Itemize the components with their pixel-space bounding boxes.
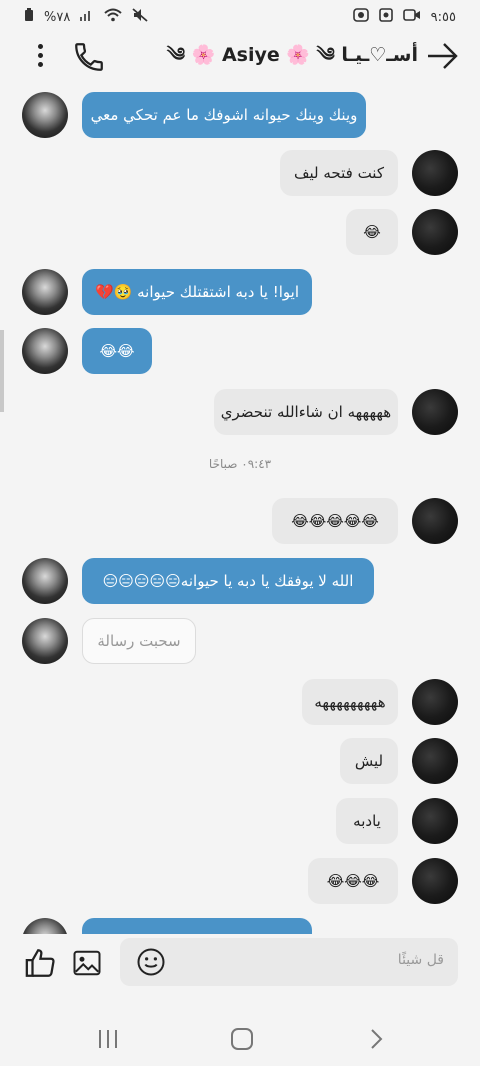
message-bubble[interactable]: هههههههههه (302, 679, 398, 725)
video-icon (402, 9, 421, 25)
my-avatar (412, 389, 458, 435)
my-avatar (412, 209, 458, 255)
screenshot-icon (378, 8, 393, 26)
emoji-icon[interactable] (136, 947, 166, 977)
phone-call-icon[interactable] (72, 40, 106, 74)
image-gallery-icon[interactable] (72, 946, 102, 980)
message-bubble[interactable]: كنت فتحه ليف (280, 150, 398, 196)
message-bubble[interactable]: 😂😂 (82, 328, 152, 374)
system-navigation-bar (0, 1010, 480, 1066)
status-right: ٩:٥٥ (352, 8, 456, 26)
message-input[interactable]: قل شيئًا (120, 938, 458, 986)
battery-percent: %٧٨ (44, 9, 71, 25)
message-bubble[interactable]: 😂😂😂😂😂 (272, 498, 398, 544)
unsent-message-notice: سحبت رسالة (82, 618, 196, 664)
message-bubble[interactable]: 😂😂😂 (308, 858, 398, 904)
contact-avatar[interactable] (22, 558, 68, 604)
my-avatar (412, 498, 458, 544)
back-nav-icon[interactable] (366, 1027, 386, 1055)
contact-avatar[interactable] (22, 269, 68, 315)
my-avatar (412, 150, 458, 196)
contact-avatar[interactable] (22, 618, 68, 664)
contact-avatar[interactable] (22, 92, 68, 138)
my-avatar (412, 679, 458, 725)
recent-apps-icon[interactable] (96, 1028, 120, 1054)
message-bubble[interactable]: ليش (340, 738, 398, 784)
status-time: ٩:٥٥ (430, 9, 456, 25)
thumbs-up-icon[interactable] (24, 946, 58, 980)
chat-header: أسـ♡ـيـا ༄ 🌸 Asiye 🌸 ༄ (0, 34, 480, 78)
message-list[interactable]: وينك وينك حيوانه اشوفك ما عم تحكي معي كن… (0, 82, 480, 934)
contact-avatar[interactable] (22, 328, 68, 374)
contact-name[interactable]: أسـ♡ـيـا ༄ 🌸 Asiye 🌸 ༄ (118, 38, 418, 72)
signal-icon (80, 9, 94, 25)
message-bubble[interactable]: هههههه ان شاءالله تنحضري (214, 389, 398, 435)
status-left: %٧٨ (24, 8, 148, 26)
message-bubble[interactable]: وينك وينك حيوانه اشوفك ما عم تحكي معي (82, 92, 366, 138)
wifi-icon (104, 8, 122, 26)
message-composer: قل شيئًا (0, 938, 480, 988)
back-arrow-icon[interactable] (422, 38, 462, 74)
status-bar: %٧٨ ٩:٥٥ (0, 0, 480, 34)
message-bubble[interactable]: ايوا! يا دبه اشتقتلك حيوانه 🥹💔 (82, 269, 312, 315)
my-avatar (412, 798, 458, 844)
my-avatar (412, 858, 458, 904)
contact-avatar[interactable] (22, 918, 68, 934)
more-options-icon[interactable] (28, 40, 52, 74)
message-bubble[interactable]: يادبه (336, 798, 398, 844)
home-icon[interactable] (230, 1027, 254, 1055)
timestamp: ٠٩:٤٣ صباحًا (208, 457, 272, 471)
record-icon (352, 8, 369, 26)
my-avatar (412, 738, 458, 784)
battery-icon (24, 8, 34, 26)
message-bubble[interactable]: الله لا يوفقك يا دبه يا حيوانه😑😑😑😑😑 (82, 558, 374, 604)
message-bubble[interactable]: 😂 (346, 209, 398, 255)
message-input-placeholder: قل شيئًا (397, 952, 444, 968)
mute-icon (132, 8, 148, 26)
message-bubble-partial[interactable] (82, 918, 312, 934)
